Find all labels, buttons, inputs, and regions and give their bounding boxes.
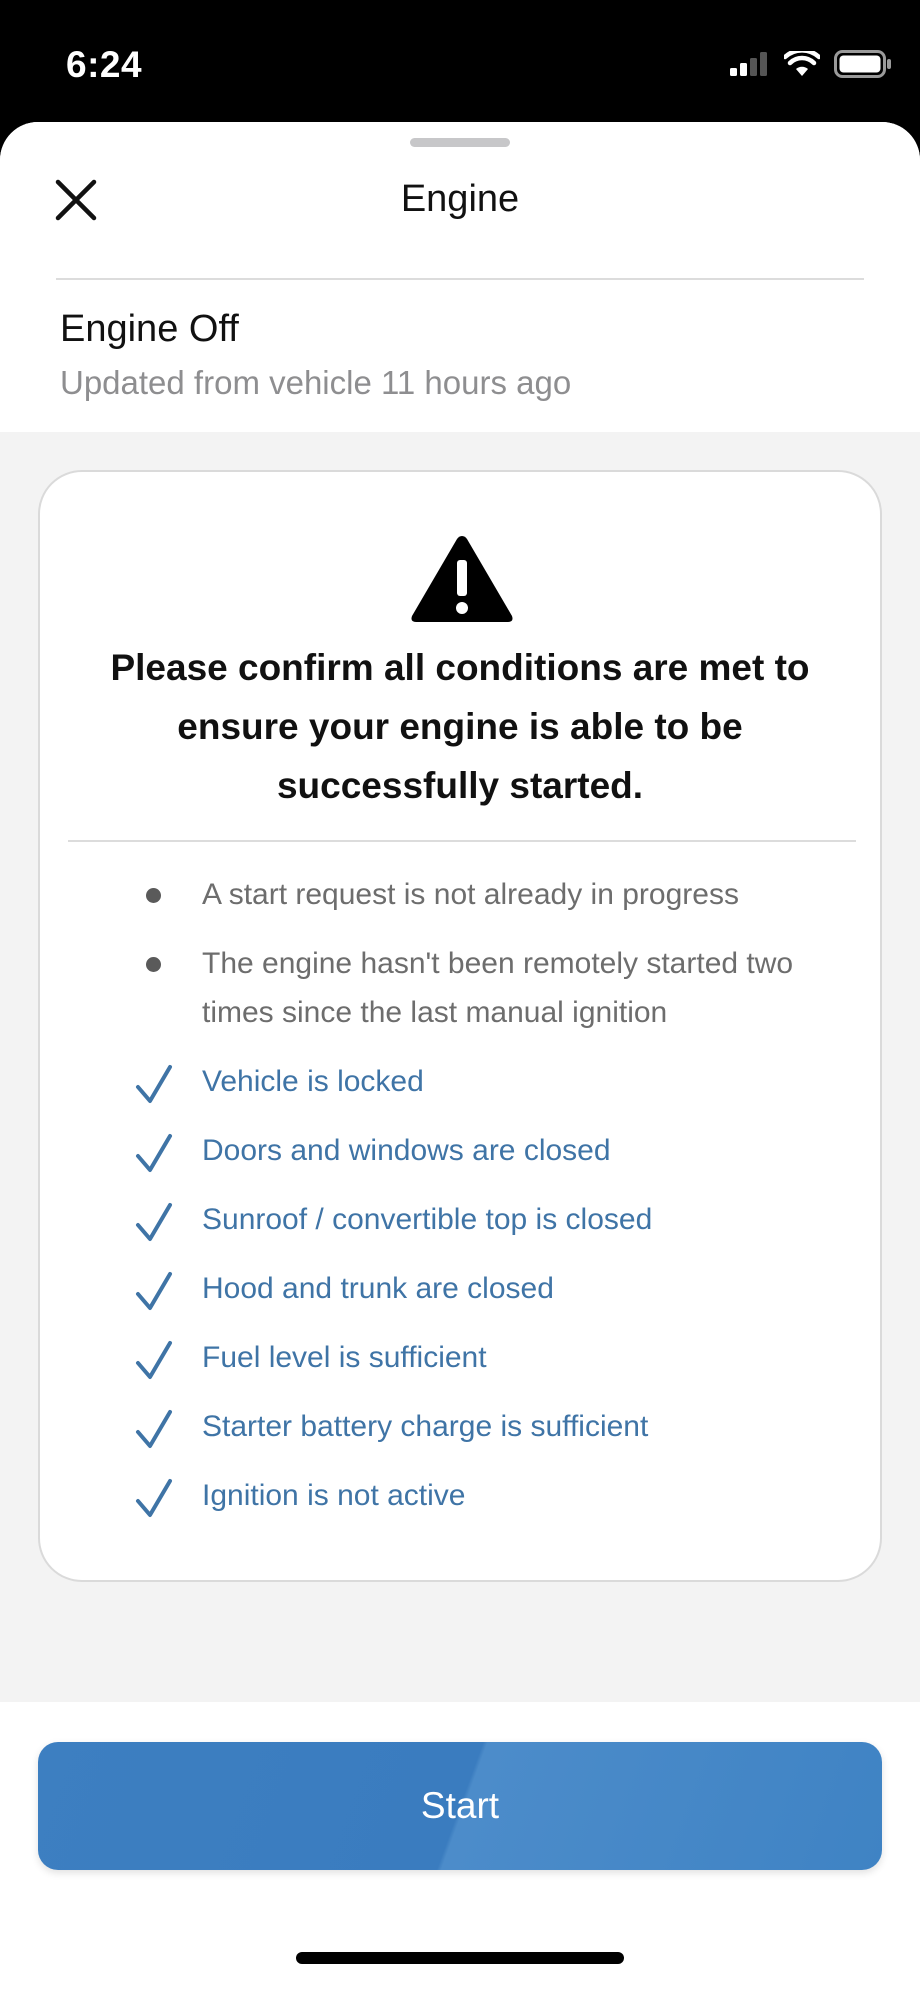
engine-status-title: Engine Off — [60, 308, 239, 350]
cellular-signal-icon — [730, 52, 767, 76]
condition-text: Vehicle is locked — [202, 1065, 424, 1098]
condition-item: Sunroof / convertible top is closed — [40, 1195, 880, 1244]
conditions-list: A start request is not already in progre… — [40, 870, 880, 1540]
wifi-icon — [784, 51, 820, 76]
condition-item: Starter battery charge is sufficient — [40, 1402, 880, 1451]
status-time: 6:24 — [66, 44, 143, 85]
condition-text: Starter battery charge is sufficient — [202, 1410, 649, 1443]
checkmark-icon — [136, 1203, 172, 1241]
condition-text: Hood and trunk are closed — [202, 1272, 554, 1305]
conditions-heading: Please confirm all conditions are met to… — [110, 647, 810, 806]
page-title: Engine — [400, 178, 520, 220]
condition-item: Vehicle is locked — [40, 1057, 880, 1106]
warning-icon — [411, 536, 513, 622]
engine-sheet: Engine Engine Off Updated from vehicle 1… — [0, 122, 920, 1992]
status-bar: 6:24 — [0, 0, 920, 125]
condition-item: Doors and windows are closed — [40, 1126, 880, 1175]
bullet-icon — [146, 888, 161, 903]
bullet-icon — [146, 957, 161, 972]
condition-text: Ignition is not active — [202, 1479, 466, 1512]
engine-status-updated: Updated from vehicle 11 hours ago — [60, 364, 572, 401]
condition-text: Sunroof / convertible top is closed — [202, 1203, 653, 1236]
condition-item: The engine hasn't been remotely started … — [40, 939, 880, 1037]
checkmark-icon — [136, 1134, 172, 1172]
condition-item: A start request is not already in progre… — [40, 870, 880, 919]
checkmark-icon — [136, 1272, 172, 1310]
checkmark-icon — [136, 1065, 172, 1103]
conditions-card: Please confirm all conditions are met to… — [38, 470, 882, 1582]
condition-text: Fuel level is sufficient — [202, 1341, 487, 1374]
sheet-grabber[interactable] — [410, 138, 510, 147]
checkmark-icon — [136, 1410, 172, 1448]
condition-text: Doors and windows are closed — [202, 1134, 611, 1167]
condition-text: A start request is not already in progre… — [202, 878, 739, 911]
condition-item: Fuel level is sufficient — [40, 1333, 880, 1382]
status-icons — [730, 50, 892, 78]
checkmark-icon — [136, 1479, 172, 1517]
condition-item: Ignition is not active — [40, 1471, 880, 1520]
battery-icon — [834, 50, 891, 78]
sheet-header: Engine Engine Off Updated from vehicle 1… — [0, 122, 920, 432]
home-indicator — [296, 1952, 624, 1964]
checkmark-icon — [136, 1341, 172, 1379]
condition-item: Hood and trunk are closed — [40, 1264, 880, 1313]
start-button[interactable]: Start — [38, 1742, 882, 1870]
divider — [56, 278, 864, 280]
divider — [68, 840, 856, 842]
condition-text: The engine hasn't been remotely started … — [202, 947, 794, 1029]
